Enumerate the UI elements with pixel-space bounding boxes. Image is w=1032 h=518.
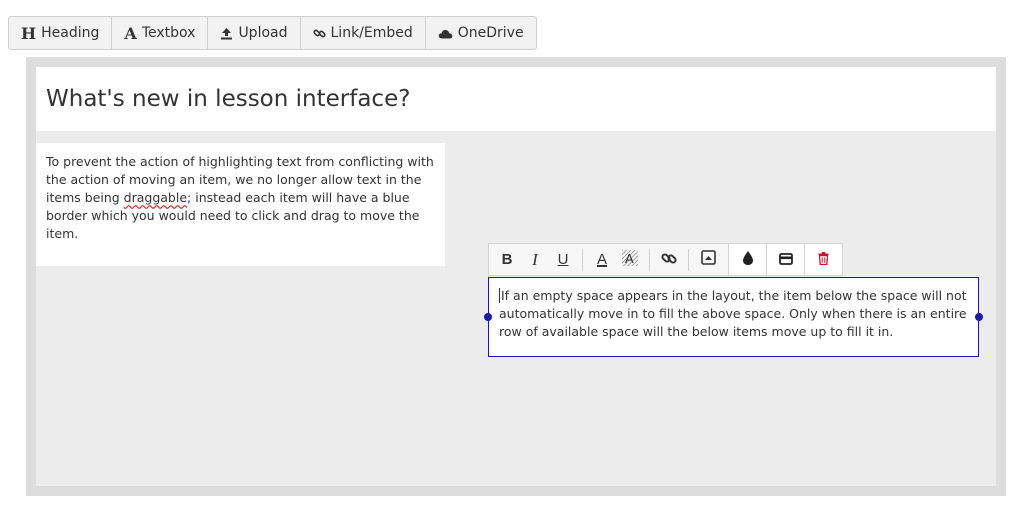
image-button[interactable] — [696, 244, 720, 275]
cloud-icon — [438, 28, 453, 39]
delete-button[interactable] — [804, 244, 842, 275]
heading-item[interactable]: What's new in lesson interface? — [36, 67, 996, 131]
bold-button[interactable]: B — [495, 244, 519, 275]
resize-handle-left[interactable] — [484, 313, 492, 321]
link-icon — [661, 250, 677, 270]
selected-text-item-content: If an empty space appears in the layout,… — [499, 288, 967, 339]
highlight-icon: A — [622, 249, 638, 270]
textbox-button-label: Textbox — [141, 25, 196, 41]
border-style-button[interactable] — [766, 244, 804, 275]
link-icon — [312, 27, 326, 40]
heading-icon: H — [21, 23, 37, 43]
heading-button-label: Heading — [41, 25, 100, 41]
underline-button[interactable]: U — [551, 244, 575, 275]
onedrive-button[interactable]: OneDrive — [426, 17, 536, 49]
resize-handle-right[interactable] — [975, 313, 983, 321]
lesson-canvas: What's new in lesson interface? To preve… — [36, 67, 996, 486]
upload-icon — [220, 27, 233, 40]
text-item[interactable]: To prevent the action of highlighting te… — [36, 143, 445, 266]
separator — [688, 248, 689, 271]
highlight-button[interactable]: A — [618, 244, 642, 275]
italic-button[interactable]: I — [523, 244, 547, 275]
trash-icon — [818, 251, 829, 269]
upload-button-label: Upload — [238, 25, 288, 41]
lesson-title: What's new in lesson interface? — [46, 86, 411, 112]
font-color-button[interactable]: A — [590, 244, 614, 275]
lesson-canvas-frame: What's new in lesson interface? To preve… — [26, 57, 1006, 496]
separator — [582, 248, 583, 271]
separator — [649, 248, 650, 271]
format-toolbar: B I U A A — [488, 243, 843, 276]
link-embed-button-label: Link/Embed — [330, 25, 413, 41]
image-icon — [700, 250, 716, 269]
fill-color-button[interactable] — [728, 244, 766, 275]
textbox-button[interactable]: A Textbox — [112, 17, 209, 49]
textbox-icon: A — [124, 23, 137, 43]
selected-text-item[interactable]: If an empty space appears in the layout,… — [484, 277, 983, 357]
spellcheck-word: draggable — [123, 190, 188, 205]
card-icon — [778, 251, 793, 269]
link-embed-button[interactable]: Link/Embed — [301, 17, 426, 49]
heading-button[interactable]: H Heading — [9, 17, 113, 49]
upload-button[interactable]: Upload — [208, 17, 301, 49]
text-caret — [499, 288, 500, 303]
drop-icon — [742, 250, 754, 270]
insert-toolbar: H Heading A Textbox Upload Link/Embed On… — [8, 16, 537, 50]
onedrive-button-label: OneDrive — [457, 25, 524, 41]
svg-text:A: A — [625, 251, 634, 266]
link-button[interactable] — [657, 244, 681, 275]
